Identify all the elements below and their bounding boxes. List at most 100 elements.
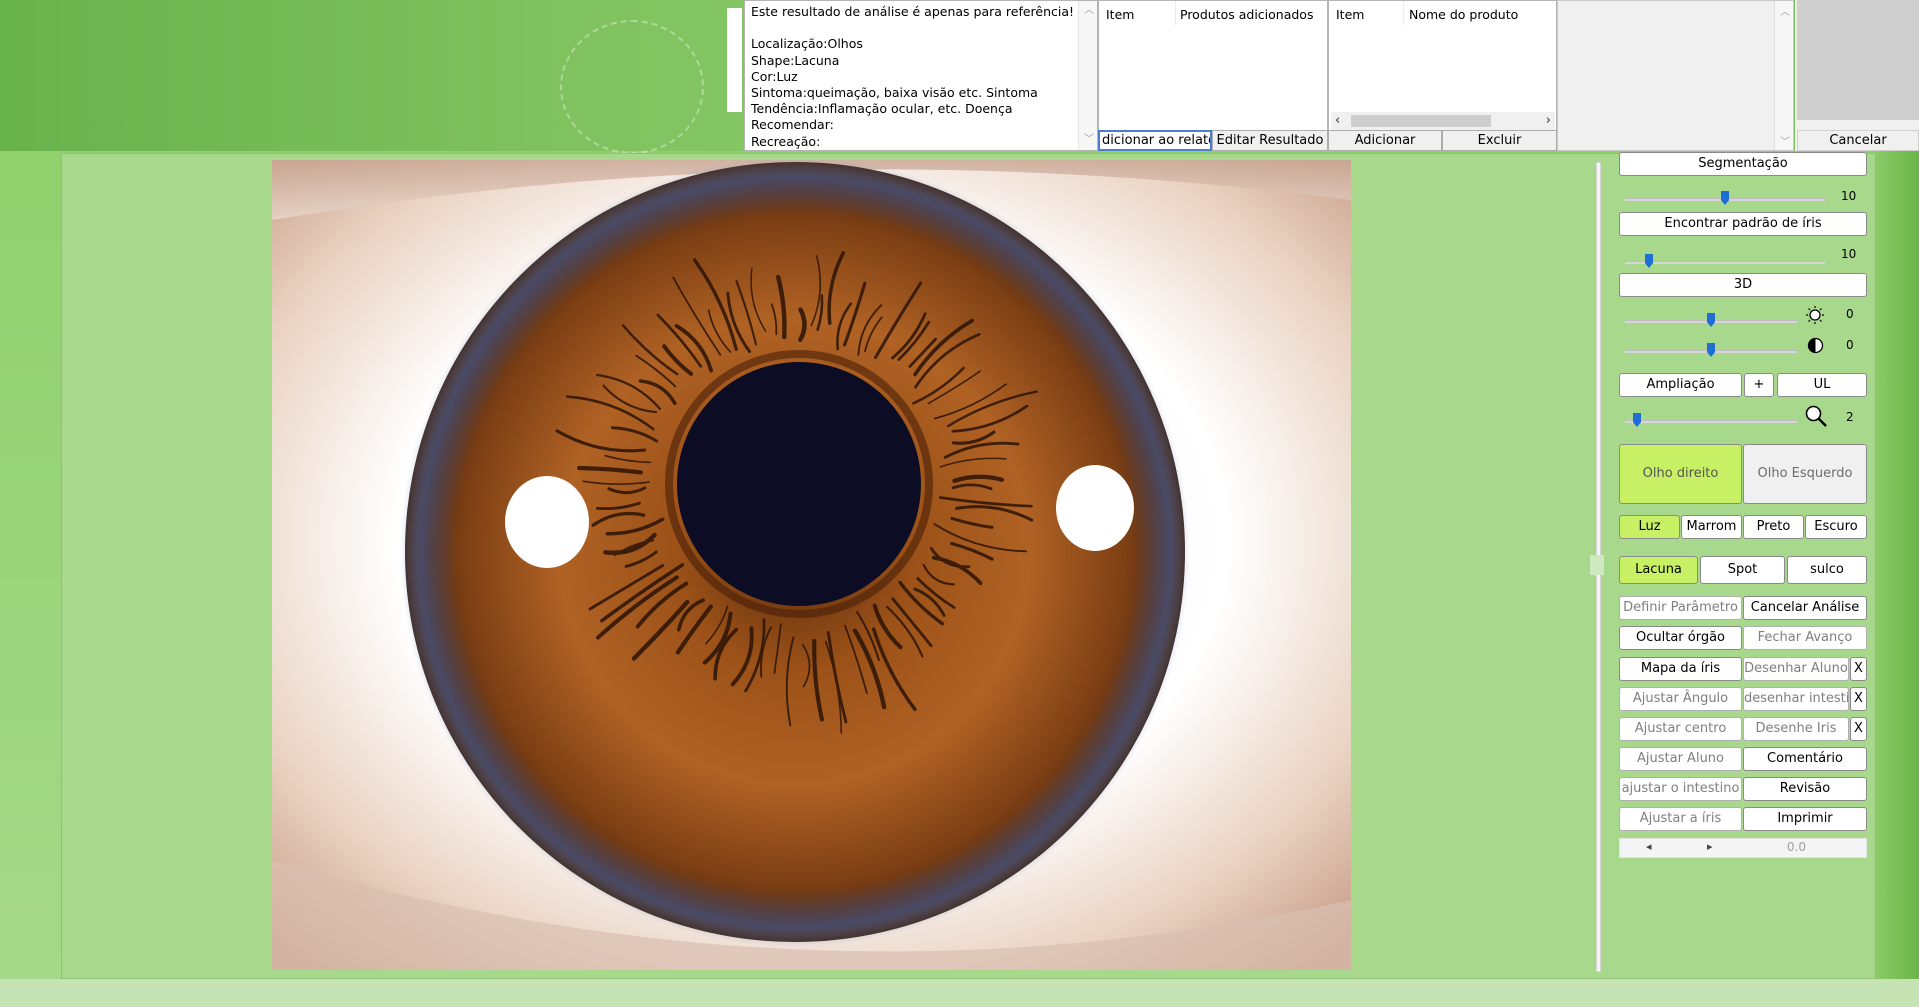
adjust-iris-button[interactable]: Ajustar a íris: [1619, 807, 1742, 831]
cancel-preview: [1797, 0, 1919, 120]
color-light-button[interactable]: Luz: [1619, 515, 1680, 539]
analysis-line: Cor:Luz: [751, 68, 798, 84]
right-eye-button[interactable]: Olho direito: [1619, 444, 1742, 504]
adjust-center-button[interactable]: Ajustar centro: [1619, 717, 1742, 741]
scroll-right-icon[interactable]: ›: [1546, 113, 1551, 128]
products-list[interactable]: Item Nome do produto ‹ ›: [1328, 0, 1557, 133]
right-edge-decor: [1876, 151, 1919, 1007]
segmentation-slider[interactable]: [1625, 188, 1825, 210]
column-header-item[interactable]: Item: [1336, 7, 1364, 22]
iris-pattern-value: 10: [1841, 247, 1857, 261]
bottom-band: [0, 979, 1919, 1007]
products-hscrollbar[interactable]: ‹ ›: [1331, 112, 1555, 130]
magnification-button[interactable]: Ampliação: [1619, 373, 1742, 397]
define-parameter-button[interactable]: Definir Parâmetro: [1619, 596, 1742, 620]
scroll-left-icon[interactable]: ‹: [1335, 113, 1340, 128]
ul-button[interactable]: UL: [1777, 373, 1867, 397]
iris-map-button[interactable]: Mapa da íris: [1619, 657, 1742, 681]
clear-iris-button[interactable]: X: [1850, 717, 1867, 741]
analysis-result-textarea[interactable]: Este resultado de análise é apenas para …: [744, 0, 1098, 151]
draw-pupil-button[interactable]: Desenhar Aluno: [1743, 657, 1849, 681]
clear-intestine-button[interactable]: X: [1850, 687, 1867, 711]
brightness-icon: [1806, 306, 1824, 324]
contrast-slider[interactable]: [1625, 340, 1797, 362]
column-header-item[interactable]: Item: [1106, 7, 1134, 22]
left-eye-button[interactable]: Olho Esquerdo: [1743, 444, 1867, 504]
add-to-report-button[interactable]: dicionar ao relatóri: [1098, 130, 1212, 151]
clear-pupil-button[interactable]: X: [1850, 657, 1867, 681]
nav-right-icon[interactable]: ▸: [1707, 840, 1713, 853]
light-reflection-right: [1056, 465, 1134, 551]
nav-left-icon[interactable]: ◂: [1646, 840, 1652, 853]
shape-lacuna-button[interactable]: Lacuna: [1619, 556, 1698, 584]
splitter-handle[interactable]: [1590, 555, 1604, 575]
analysis-line: Recomendar:: [751, 117, 834, 133]
close-advance-button[interactable]: Fechar Avanço: [1743, 626, 1867, 650]
scroll-up-icon[interactable]: ︿: [1084, 3, 1094, 19]
color-black-button[interactable]: Preto: [1743, 515, 1804, 539]
comment-button[interactable]: Comentário: [1743, 747, 1867, 771]
scroll-up-icon[interactable]: ︿: [1780, 3, 1790, 18]
nav-value: 0.0: [1786, 840, 1806, 854]
zoom-value: 2: [1846, 410, 1854, 424]
contrast-value: 0: [1846, 338, 1854, 352]
slider-thumb[interactable]: [1721, 191, 1729, 205]
contrast-icon: [1807, 337, 1824, 354]
panel-scrollbar[interactable]: ︿ ﹀: [1774, 1, 1793, 150]
hide-organ-button[interactable]: Ocultar órgão: [1619, 626, 1742, 650]
column-header-product-name[interactable]: Nome do produto: [1409, 7, 1518, 22]
segmentation-button[interactable]: Segmentação: [1619, 152, 1867, 176]
adjust-angle-button[interactable]: Ajustar Ângulo: [1619, 687, 1742, 711]
magnifier-icon: [1804, 404, 1828, 428]
color-dark-button[interactable]: Escuro: [1805, 515, 1867, 539]
color-brown-button[interactable]: Marrom: [1681, 515, 1742, 539]
draw-intestine-button[interactable]: desenhar intestino: [1743, 687, 1849, 711]
slider-thumb[interactable]: [1707, 313, 1715, 327]
column-header-added-products[interactable]: Produtos adicionados: [1180, 7, 1313, 22]
edit-result-button[interactable]: Editar Resultado: [1212, 130, 1328, 151]
zoom-plus-button[interactable]: +: [1744, 373, 1774, 397]
iris-pattern-slider[interactable]: [1625, 251, 1825, 273]
analysis-line: [751, 20, 1075, 36]
analysis-scrollbar[interactable]: ︿ ﹀: [1078, 1, 1097, 150]
shape-groove-button[interactable]: sulco: [1787, 556, 1867, 584]
segmentation-value: 10: [1841, 189, 1857, 203]
empty-panel: ︿ ﹀: [1557, 0, 1794, 151]
brightness-value: 0: [1846, 307, 1854, 321]
zoom-slider[interactable]: [1625, 410, 1797, 432]
pupil: [677, 362, 921, 606]
analysis-line: Tendência:Inflamação ocular, etc. Doença: [751, 101, 1013, 117]
added-products-list[interactable]: Item Produtos adicionados: [1098, 0, 1328, 133]
light-reflection-left: [505, 476, 589, 568]
draw-iris-button[interactable]: Desenhe Iris: [1743, 717, 1849, 741]
cancel-button[interactable]: Cancelar: [1797, 130, 1919, 151]
adjust-intestine-button[interactable]: ajustar o intestino: [1619, 777, 1742, 801]
column-divider: [1403, 1, 1404, 25]
brightness-slider[interactable]: [1625, 310, 1797, 332]
analysis-line: Localização:Olhos: [751, 36, 863, 52]
cancel-analysis-button[interactable]: Cancelar Análise: [1743, 596, 1867, 620]
slider-thumb[interactable]: [1645, 254, 1653, 268]
review-button[interactable]: Revisão: [1743, 777, 1867, 801]
column-divider: [1175, 1, 1176, 25]
scroll-down-icon[interactable]: ﹀: [1084, 132, 1094, 148]
3d-button[interactable]: 3D: [1619, 273, 1867, 297]
top-white-strip: [727, 8, 742, 112]
adjust-pupil-button[interactable]: Ajustar Aluno: [1619, 747, 1742, 771]
scroll-down-icon[interactable]: ﹀: [1780, 133, 1790, 148]
slider-thumb[interactable]: [1707, 343, 1715, 357]
analysis-line: Recreação:: [751, 133, 821, 149]
analysis-line: Este resultado de análise é apenas para …: [751, 4, 1075, 19]
iris-image[interactable]: [272, 160, 1351, 970]
slider-thumb[interactable]: [1633, 413, 1642, 427]
navigation-row: ◂ ▸ 0.0: [1619, 838, 1867, 858]
cancel-area: [1795, 0, 1919, 151]
find-iris-pattern-button[interactable]: Encontrar padrão de íris: [1619, 212, 1867, 236]
delete-button[interactable]: Excluir: [1442, 130, 1557, 151]
analysis-line: Sintoma:queimação, baixa visão etc. Sint…: [751, 85, 1038, 101]
analysis-line: Shape:Lacuna: [751, 52, 840, 68]
add-button[interactable]: Adicionar: [1328, 130, 1442, 151]
print-button[interactable]: Imprimir: [1743, 807, 1867, 831]
shape-spot-button[interactable]: Spot: [1700, 556, 1785, 584]
scroll-thumb[interactable]: [1351, 115, 1491, 127]
